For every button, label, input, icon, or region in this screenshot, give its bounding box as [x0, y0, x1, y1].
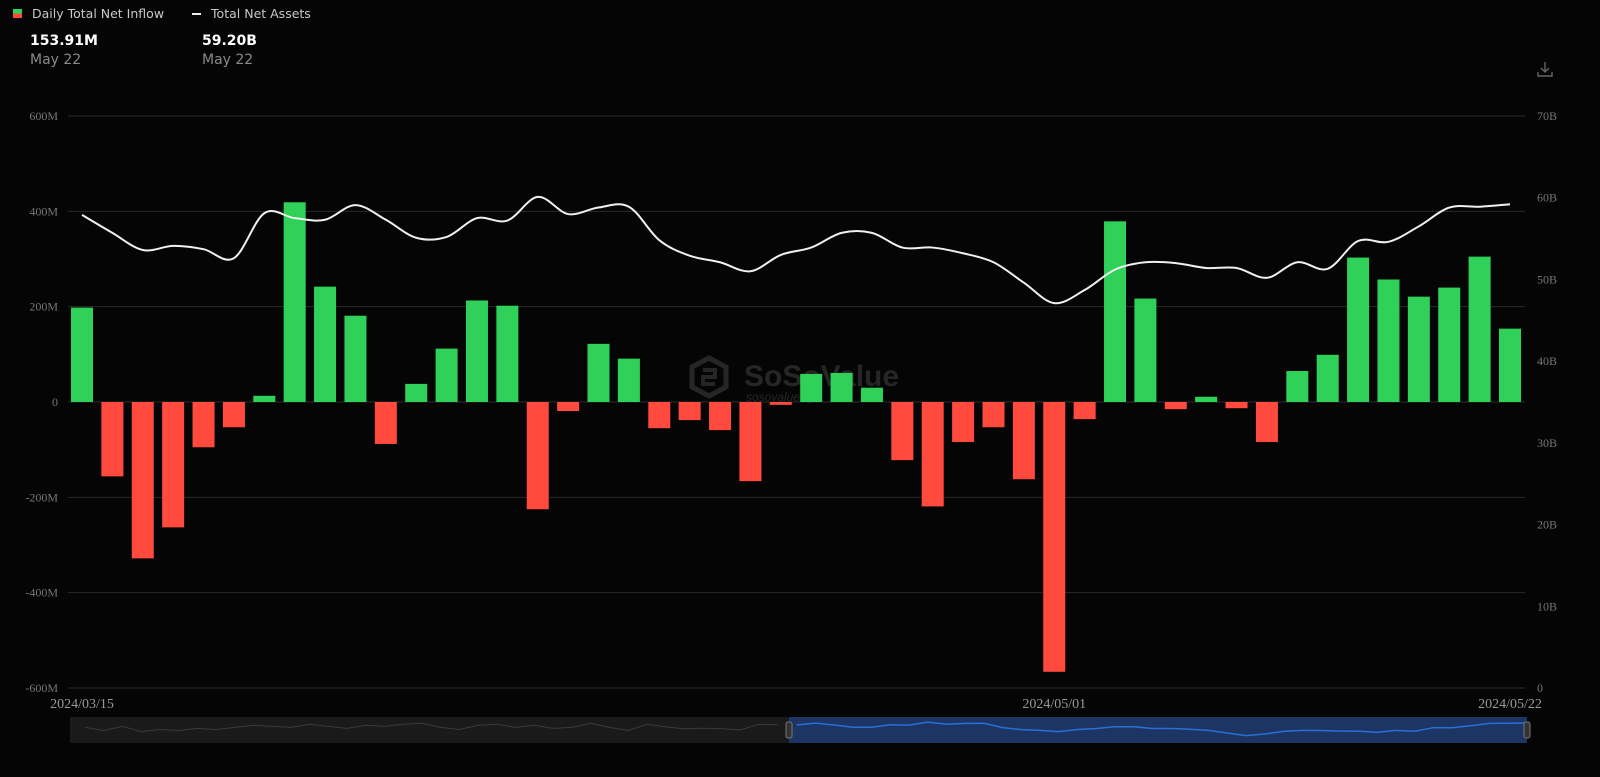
- inflow-bar: [1164, 402, 1187, 410]
- inflow-bar: [1255, 402, 1278, 443]
- y-right-tick-label: 0: [1537, 681, 1543, 695]
- y-right-tick-label: 20B: [1537, 518, 1557, 532]
- navigator-selection: [789, 717, 1527, 743]
- x-tick-label: 2024/05/22: [1478, 697, 1542, 712]
- inflow-bar: [526, 402, 549, 510]
- y-left-tick-label: -200M: [25, 490, 58, 504]
- inflow-bar: [344, 315, 367, 402]
- y-right-tick-label: 50B: [1537, 272, 1557, 286]
- inflow-bar: [1134, 298, 1157, 402]
- inflow-bar: [1347, 257, 1370, 402]
- inflow-bar: [860, 387, 883, 402]
- inflow-bar: [617, 358, 640, 402]
- inflow-bar: [253, 395, 276, 402]
- y-left-tick-label: 400M: [29, 204, 58, 218]
- inflow-bar: [131, 402, 154, 559]
- inflow-bar: [405, 383, 428, 402]
- inflow-bar: [1012, 402, 1035, 480]
- inflow-bar: [769, 402, 792, 405]
- inflow-bar: [739, 402, 762, 482]
- chart: SoSoValue sosovalue.xyz 600M400M200M0-20…: [25, 109, 1557, 743]
- inflow-bar: [435, 348, 458, 402]
- y-left-tick-label: 600M: [29, 109, 58, 123]
- sosovalue-logo-icon: [689, 355, 729, 399]
- inflow-bar: [1468, 256, 1491, 402]
- inflow-bar: [982, 402, 1005, 428]
- inflow-bar: [952, 402, 975, 443]
- inflow-bar: [557, 402, 580, 412]
- inflow-bar: [465, 300, 488, 402]
- navigator-handle[interactable]: [1523, 721, 1531, 739]
- y-right-tick-label: 30B: [1537, 436, 1557, 450]
- inflow-bar: [1407, 296, 1430, 402]
- inflow-bar: [921, 402, 944, 507]
- inflow-bar: [648, 402, 671, 429]
- x-tick-label: 2024/05/01: [1022, 697, 1086, 712]
- navigator-handle[interactable]: [785, 721, 793, 739]
- inflow-bar: [800, 373, 823, 402]
- inflow-bar: [496, 305, 519, 402]
- inflow-bar: [192, 402, 215, 448]
- inflow-bar: [709, 402, 732, 431]
- inflow-bar: [587, 343, 610, 402]
- inflow-bar: [1377, 279, 1400, 402]
- inflow-bar: [1316, 354, 1339, 402]
- inflow-bar: [283, 202, 306, 402]
- inflow-bar: [830, 372, 853, 402]
- inflow-bar: [1195, 396, 1218, 402]
- inflow-bar: [1286, 371, 1309, 402]
- inflow-bar: [71, 307, 93, 402]
- inflow-bar: [222, 402, 245, 428]
- y-left-tick-label: 0: [52, 395, 58, 409]
- inflow-bar: [1073, 402, 1096, 420]
- x-tick-label: 2024/03/15: [50, 697, 114, 712]
- inflow-bar: [101, 402, 124, 477]
- inflow-bar: [1043, 402, 1066, 672]
- y-right-tick-label: 40B: [1537, 354, 1557, 368]
- range-navigator[interactable]: [70, 717, 1531, 743]
- inflow-bar: [1499, 328, 1521, 402]
- inflow-bar: [374, 402, 397, 444]
- inflow-bar: [162, 402, 185, 528]
- inflow-bar: [678, 402, 701, 421]
- y-left-tick-label: 200M: [29, 300, 58, 314]
- y-left-tick-label: -600M: [25, 681, 58, 695]
- inflow-bar: [1438, 287, 1461, 402]
- inflow-bar: [314, 286, 337, 402]
- inflow-bar: [1225, 402, 1248, 409]
- y-right-tick-label: 70B: [1537, 109, 1557, 123]
- y-right-tick-label: 10B: [1537, 599, 1557, 613]
- inflow-bar: [891, 402, 914, 461]
- inflow-bar: [1104, 221, 1127, 402]
- y-left-tick-label: -400M: [25, 586, 58, 600]
- y-right-tick-label: 60B: [1537, 191, 1557, 205]
